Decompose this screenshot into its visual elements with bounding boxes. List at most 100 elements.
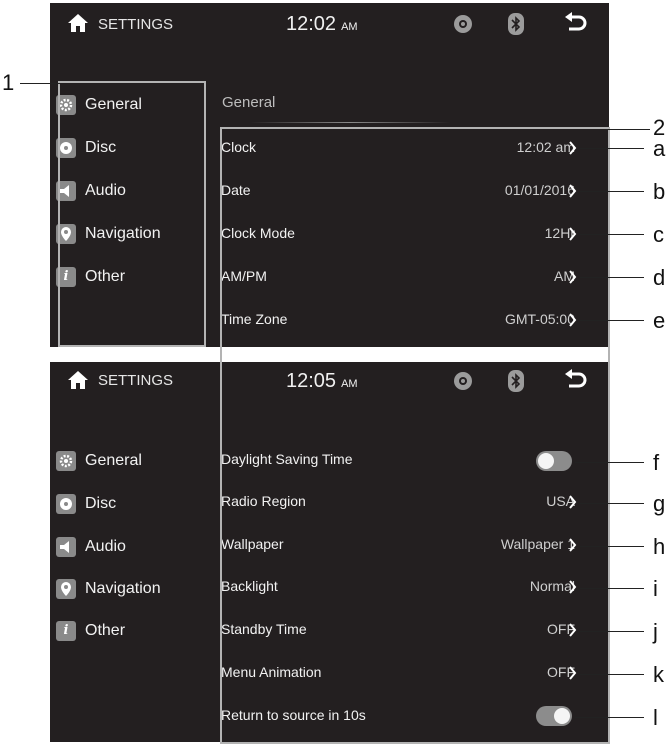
callout-leader	[575, 462, 644, 463]
callout-1: 1	[2, 70, 15, 95]
sidebar-item-disc[interactable]: Disc	[56, 136, 116, 160]
speaker-icon	[56, 537, 76, 557]
settings-screen-general-continued: SETTINGS 12:05 AM General Disc Audio Navi…	[50, 362, 609, 742]
row-label-time-zone[interactable]: Time Zone	[221, 311, 287, 327]
gear-icon	[56, 451, 76, 471]
chevron-right-icon[interactable]	[568, 270, 577, 284]
callout-leader	[580, 631, 644, 632]
chevron-right-icon[interactable]	[568, 313, 577, 327]
sidebar-item-label: Disc	[85, 495, 117, 512]
sidebar-item-audio[interactable]: Audio	[56, 535, 126, 559]
row-value-date: 01/01/2016	[504, 182, 575, 198]
sidebar-item-other[interactable]: i Other	[56, 619, 125, 643]
back-icon[interactable]	[562, 12, 590, 34]
chevron-right-icon[interactable]	[568, 141, 577, 155]
bluetooth-icon[interactable]	[508, 370, 524, 392]
header-clock: 12:05 AM	[286, 370, 358, 392]
header-title: SETTINGS	[98, 16, 174, 33]
chevron-right-icon[interactable]	[568, 495, 577, 509]
callout-d: d	[653, 265, 666, 290]
sidebar-item-label: Other	[85, 622, 126, 639]
sidebar-item-label: Navigation	[85, 225, 161, 242]
callout-h: h	[653, 534, 666, 559]
chevron-right-icon[interactable]	[568, 580, 577, 594]
info-icon: i	[56, 621, 76, 641]
home-icon[interactable]	[67, 13, 89, 33]
toggle-knob	[538, 453, 554, 469]
callout-leader	[580, 148, 644, 149]
chevron-right-icon[interactable]	[568, 666, 577, 680]
callout-e: e	[653, 308, 666, 333]
sidebar-item-label: Audio	[85, 182, 126, 199]
row-label-wallpaper[interactable]: Wallpaper	[221, 536, 284, 552]
row-label-backlight[interactable]: Backlight	[221, 578, 278, 594]
sidebar-item-other[interactable]: i Other	[56, 265, 125, 289]
sidebar-item-navigation[interactable]: Navigation	[56, 222, 161, 246]
callout-leader	[580, 320, 644, 321]
callout-leader	[580, 191, 644, 192]
row-value-wallpaper: Wallpaper 1	[500, 536, 575, 552]
callout-leader	[580, 674, 644, 675]
disc-icon	[56, 138, 76, 158]
sidebar-item-label: Audio	[85, 538, 126, 555]
location-pin-icon	[56, 224, 76, 244]
gear-icon	[56, 95, 76, 115]
chevron-right-icon[interactable]	[568, 227, 577, 241]
speaker-icon	[56, 181, 76, 201]
callout-k: k	[653, 662, 664, 687]
row-label-standby-time[interactable]: Standby Time	[221, 621, 307, 637]
row-label-return-to-source[interactable]: Return to source in 10s	[221, 707, 366, 723]
row-label-radio-region[interactable]: Radio Region	[221, 493, 306, 509]
row-label-clock[interactable]: Clock	[221, 139, 256, 155]
row-label-clock-mode[interactable]: Clock Mode	[221, 225, 295, 241]
header-clock: 12:02 AM	[286, 13, 358, 35]
callout-l: l	[653, 705, 658, 730]
chevron-right-icon[interactable]	[568, 538, 577, 552]
daylight-saving-toggle[interactable]	[536, 451, 572, 471]
row-value-clock: 12:02 am	[516, 139, 575, 155]
home-icon[interactable]	[67, 370, 89, 390]
back-icon[interactable]	[562, 369, 590, 391]
sidebar-item-general[interactable]: General	[56, 93, 142, 117]
callout-leader	[580, 277, 644, 278]
callout-leader	[575, 717, 644, 718]
sidebar-item-disc[interactable]: Disc	[56, 492, 116, 516]
return-to-source-toggle[interactable]	[536, 706, 572, 726]
header-title: SETTINGS	[98, 372, 174, 389]
toggle-knob	[554, 708, 570, 724]
settings-screen-general: SETTINGS 12:02 AM General Disc Audio Navi…	[50, 3, 609, 347]
callout-leader	[580, 503, 644, 504]
callout-j: j	[653, 619, 658, 644]
callout-leader	[606, 129, 650, 130]
callout-f: f	[653, 450, 660, 475]
section-title: General	[222, 94, 276, 111]
callout-b: b	[653, 179, 666, 204]
disc-icon	[56, 494, 76, 514]
location-pin-icon	[56, 579, 76, 599]
callout-c: c	[653, 222, 664, 247]
sidebar-item-label: General	[85, 96, 142, 113]
sidebar-item-label: Navigation	[85, 580, 161, 597]
sidebar-item-general[interactable]: General	[56, 449, 142, 473]
row-label-date[interactable]: Date	[221, 182, 251, 198]
sidebar-item-audio[interactable]: Audio	[56, 179, 126, 203]
callout-leader	[580, 588, 644, 589]
callout-i: i	[653, 576, 658, 601]
chevron-right-icon[interactable]	[568, 184, 577, 198]
row-label-menu-animation[interactable]: Menu Animation	[221, 664, 321, 680]
info-icon: i	[56, 267, 76, 287]
sidebar-item-navigation[interactable]: Navigation	[56, 577, 161, 601]
row-label-am-pm[interactable]: AM/PM	[221, 268, 267, 284]
callout-leader	[20, 83, 60, 84]
callout-g: g	[653, 491, 666, 516]
disc-icon[interactable]	[454, 15, 472, 33]
section-divider	[250, 122, 450, 123]
bluetooth-icon[interactable]	[508, 13, 524, 35]
callout-a: a	[653, 136, 666, 161]
sidebar-item-label: Other	[85, 268, 126, 285]
sidebar-item-label: Disc	[85, 139, 117, 156]
sidebar-item-label: General	[85, 452, 142, 469]
disc-icon[interactable]	[454, 372, 472, 390]
chevron-right-icon[interactable]	[568, 623, 577, 637]
row-label-daylight-saving-time[interactable]: Daylight Saving Time	[221, 451, 353, 467]
